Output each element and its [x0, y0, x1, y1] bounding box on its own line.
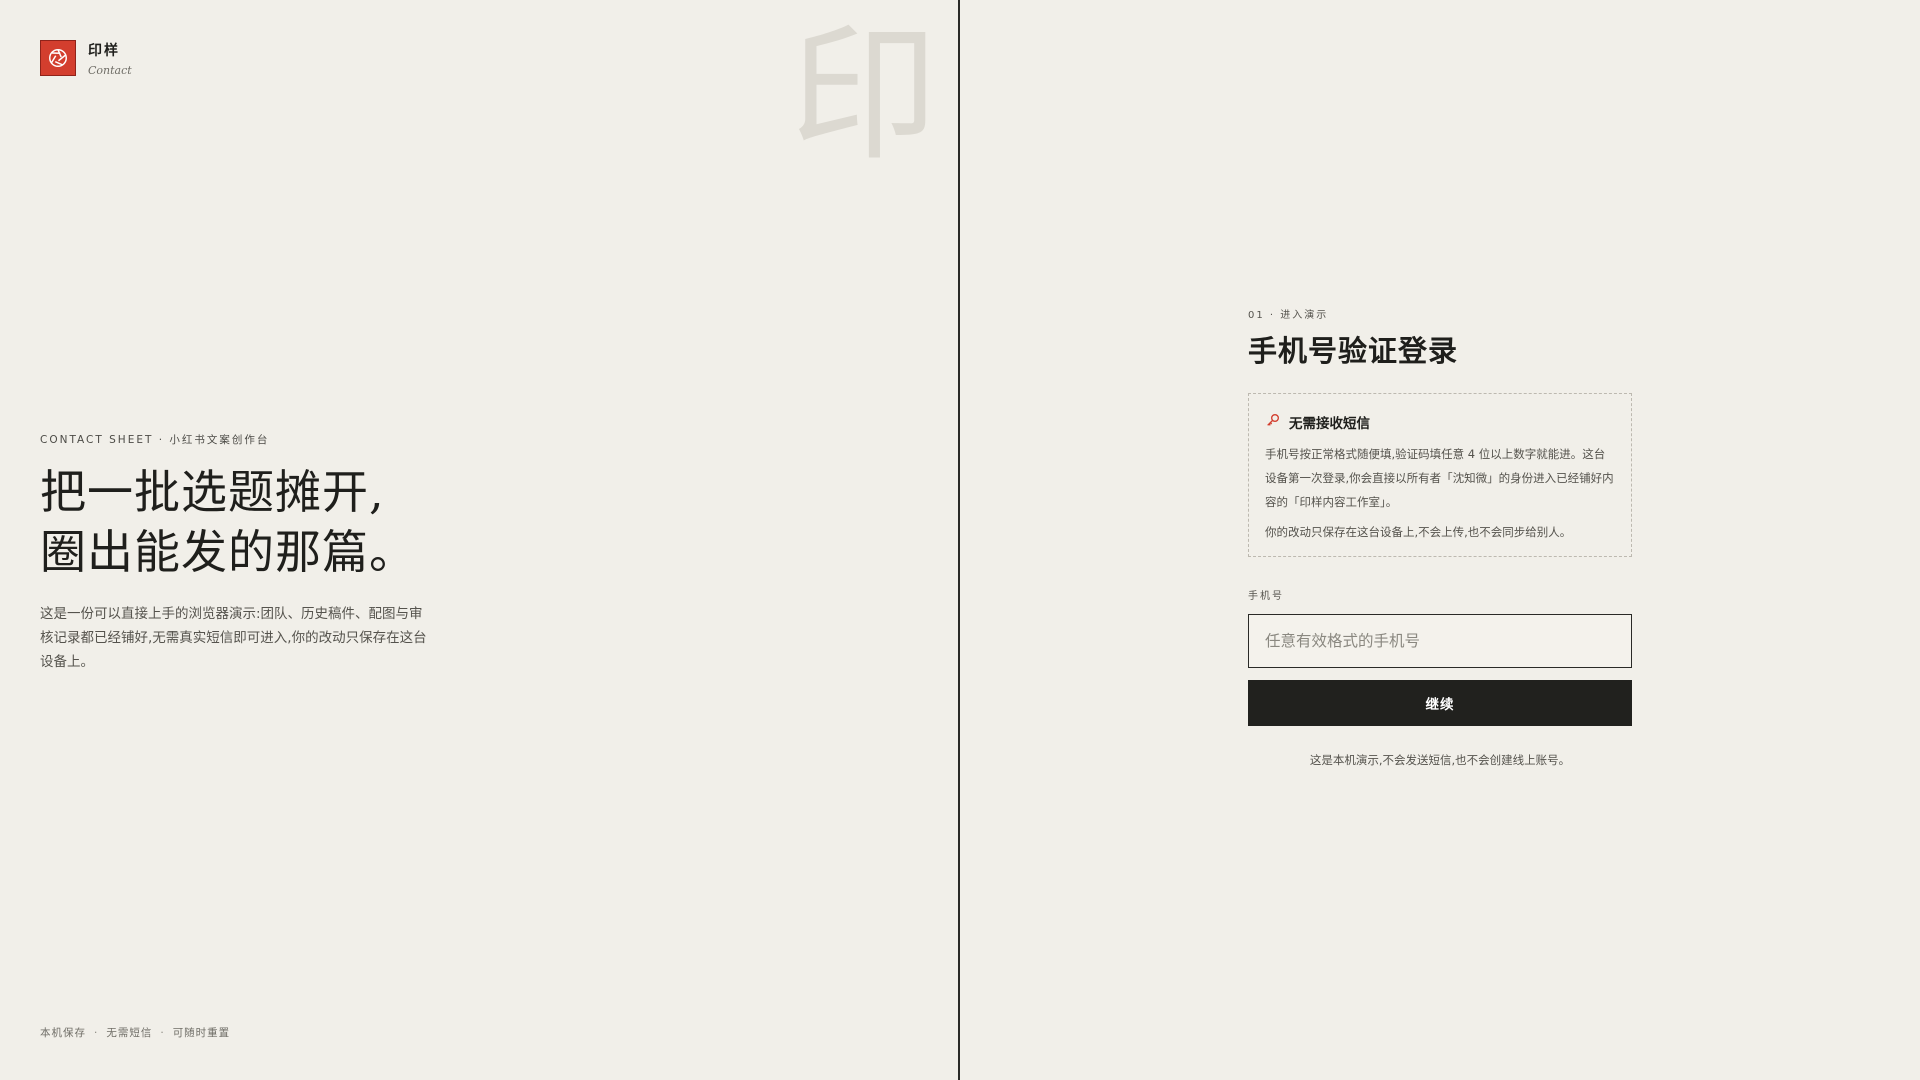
login-form: 01 · 进入演示 手机号验证登录 无需接收短信 手机号按正常格式随便填,验证码… [1248, 306, 1632, 768]
notice-body-secondary: 你的改动只保存在这台设备上,不会上传,也不会同步给别人。 [1265, 525, 1572, 539]
seal-watermark: 印 [790, 9, 938, 181]
notice-title: 无需接收短信 [1289, 416, 1370, 432]
login-page: 印样 Contact 印 CONTACT SHEET · 小红书文案创作台 把一… [0, 0, 1920, 1080]
footer-item-local-save: 本机保存 [40, 1027, 86, 1039]
continue-button[interactable]: 继续 [1248, 680, 1632, 726]
key-icon [1265, 412, 1281, 432]
hero-intro: 这是一份可以直接上手的浏览器演示:团队、历史稿件、配图与审核记录都已经铺好,无需… [40, 606, 427, 670]
brand-name: 印样 [88, 43, 120, 59]
headline-line-1: 把一批选题摊开, [40, 465, 385, 519]
step-label: 01 · 进入演示 [1248, 310, 1329, 321]
brand: 印样 Contact [40, 40, 132, 79]
brand-subtitle: Contact [88, 64, 132, 77]
no-sms-notice: 无需接收短信 手机号按正常格式随便填,验证码填任意 4 位以上数字就能进。这台设… [1248, 393, 1632, 557]
intro-panel: 印样 Contact 印 CONTACT SHEET · 小红书文案创作台 把一… [0, 0, 958, 1080]
hero-eyebrow: CONTACT SHEET · 小红书文案创作台 [40, 434, 270, 446]
aperture-logo-icon [40, 40, 76, 76]
footer-item-reset: 可随时重置 [172, 1027, 231, 1039]
footer-item-no-sms: 无需短信 [106, 1027, 153, 1039]
login-panel: 01 · 进入演示 手机号验证登录 无需接收短信 手机号按正常格式随便填,验证码… [960, 0, 1920, 1080]
headline-line-2: 圈出能发的那篇。 [40, 525, 416, 579]
login-title: 手机号验证登录 [1248, 334, 1459, 368]
demo-note: 这是本机演示,不会发送短信,也不会创建线上账号。 [1309, 753, 1571, 767]
notice-body: 手机号按正常格式随便填,验证码填任意 4 位以上数字就能进。这台设备第一次登录,… [1265, 447, 1614, 509]
footer-notes: 本机保存 · 无需短信 · 可随时重置 [40, 1025, 230, 1040]
hero-headline: 把一批选题摊开, 圈出能发的那篇。 [40, 462, 560, 582]
footer-separator: · [94, 1027, 99, 1039]
phone-input[interactable] [1248, 614, 1632, 668]
footer-separator: · [160, 1027, 165, 1039]
phone-label: 手机号 [1248, 591, 1284, 602]
